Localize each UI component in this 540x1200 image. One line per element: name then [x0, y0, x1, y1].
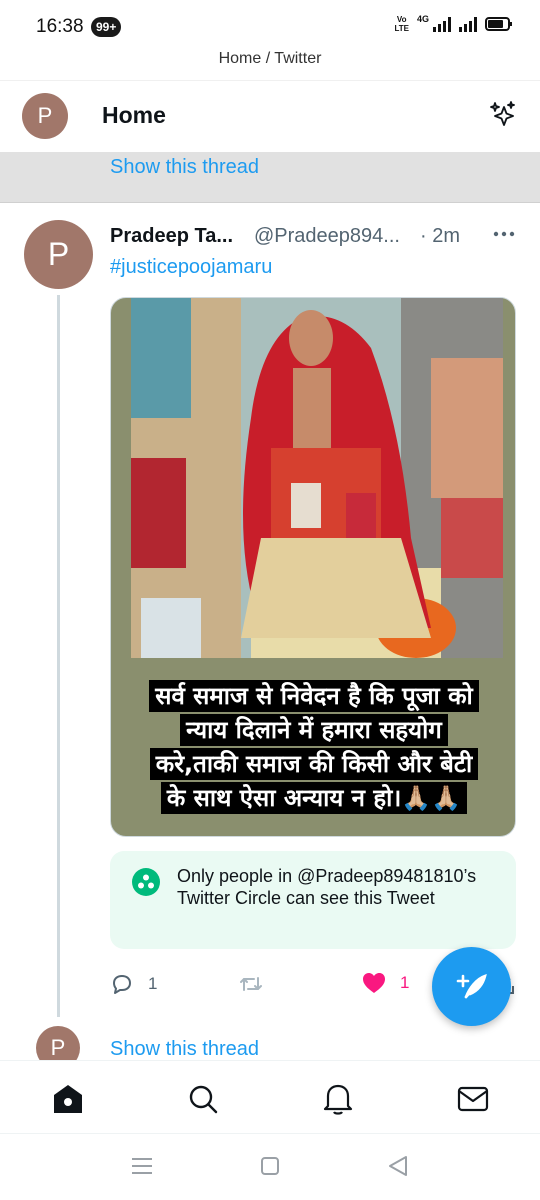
avatar-initial: P — [47, 236, 70, 272]
retweet-button[interactable] — [238, 972, 278, 996]
image-caption-overlay: सर्व समाज से निवेदन है कि पूजा को न्याय … — [111, 680, 515, 816]
compose-tweet-button[interactable] — [432, 947, 511, 1026]
thread-connector-line — [57, 295, 60, 1017]
show-thread-link[interactable]: Show this thread — [110, 156, 259, 179]
previous-tweet-thread-banner[interactable]: Show this thread — [0, 152, 540, 203]
media-photo — [131, 298, 503, 658]
caption-line: न्याय दिलाने में हमारा सहयोग — [180, 714, 448, 746]
bottom-navigation — [0, 1060, 540, 1134]
tweet-author-avatar[interactable]: P — [24, 220, 93, 289]
next-tweet-avatar[interactable]: P — [36, 1026, 80, 1060]
twitter-circle-notice: Only people in @Pradeep89481810’s Twitte… — [110, 851, 516, 949]
profile-avatar[interactable]: P — [22, 93, 68, 139]
retweet-icon — [240, 977, 262, 991]
battery-icon — [485, 17, 512, 31]
caption-line: के साथ ऐसा अन्याय न हो।🙏🏼🙏🏼 — [160, 782, 468, 814]
caption-line: करे,ताकी समाज की किसी और बेटी — [149, 748, 479, 780]
heart-filled-icon — [363, 973, 385, 993]
messages-envelope-icon — [457, 1086, 489, 1112]
next-tweet-preview[interactable]: P Show this thread — [0, 1026, 540, 1060]
system-menu-button[interactable] — [130, 1154, 154, 1178]
home-square-icon — [261, 1157, 279, 1175]
avatar-initial: P — [50, 1035, 66, 1060]
page-title: Home — [102, 102, 166, 128]
nav-notifications-button[interactable] — [318, 1079, 358, 1119]
home-icon — [54, 1085, 82, 1113]
menu-icon — [132, 1158, 152, 1174]
page-url-title: Home / Twitter — [218, 50, 322, 67]
volte-icon: Vo LTE — [394, 15, 409, 33]
system-navigation-bar — [0, 1134, 540, 1200]
reply-count: 1 — [148, 974, 158, 993]
caption-line: सर्व समाज से निवेदन है कि पूजा को — [149, 680, 479, 712]
like-button[interactable]: 1 — [362, 972, 409, 994]
show-thread-link[interactable]: Show this thread — [110, 1038, 259, 1060]
status-time: 16:38 — [36, 16, 84, 37]
circle-notice-text: Only people in @Pradeep89481810’s Twitte… — [177, 866, 477, 908]
nav-search-button[interactable] — [183, 1079, 223, 1119]
notification-count-badge: 99+ — [91, 17, 122, 37]
signal-strength-icon-2 — [459, 16, 477, 32]
tweet-author-name[interactable]: Pradeep Ta... — [110, 225, 233, 248]
reply-icon — [113, 975, 131, 994]
twitter-circle-icon — [132, 868, 160, 896]
tweet-hashtag-link[interactable]: #justicepoojamaru — [110, 256, 272, 279]
search-icon — [189, 1085, 218, 1114]
notifications-bell-icon — [323, 1084, 353, 1115]
network-type-label: 4G — [416, 14, 429, 24]
status-bar: 16:38 99+ Vo LTE 4G — [0, 0, 540, 50]
tweet[interactable]: P Pradeep Ta... @Pradeep894... · 2m #jus… — [0, 204, 540, 1060]
app-header: P Home — [0, 80, 540, 152]
browser-title-bar: Home / Twitter — [0, 50, 540, 78]
reply-button[interactable]: 1 — [110, 972, 157, 996]
like-count: 1 — [400, 973, 410, 992]
tweet-media-image[interactable]: सर्व समाज से निवेदन है कि पूजा को न्याय … — [110, 297, 516, 837]
tweet-author-handle[interactable]: @Pradeep894... — [254, 225, 400, 248]
back-triangle-icon — [389, 1156, 407, 1176]
battery-level-fill — [488, 20, 503, 28]
sparkle-icon[interactable] — [488, 100, 518, 130]
signal-strength-icon — [433, 16, 451, 32]
tweet-timestamp[interactable]: · 2m — [420, 225, 460, 248]
system-home-button[interactable] — [258, 1154, 282, 1178]
nav-messages-button[interactable] — [453, 1079, 493, 1119]
more-options-icon[interactable] — [493, 226, 515, 242]
avatar-initial: P — [37, 103, 53, 128]
system-back-button[interactable] — [386, 1154, 410, 1178]
compose-plus-feather-icon — [456, 973, 487, 998]
status-icons: Vo LTE 4G — [394, 14, 512, 33]
nav-home-button[interactable] — [48, 1079, 88, 1119]
